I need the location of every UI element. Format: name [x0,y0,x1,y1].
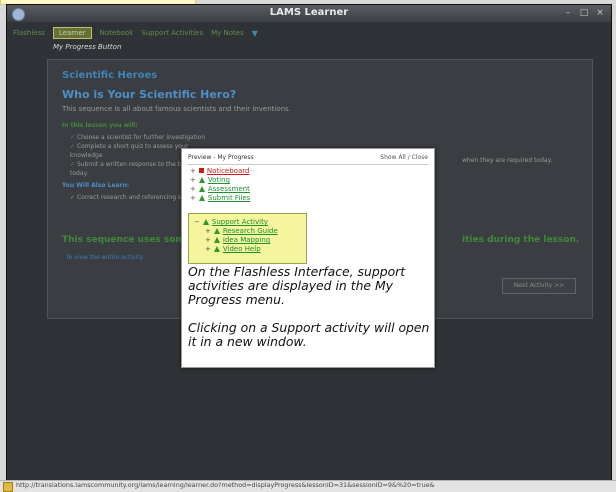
tree-item-assessment[interactable]: + Assessment [190,185,250,194]
status-bar: http://translations.lamscommunity.org/la… [0,480,616,492]
title-bar: LAMS Learner – □ × [7,5,611,22]
popup-title: Preview - My Progress [188,154,254,161]
lesson-title: Scientific Heroes [62,70,158,81]
tree-item-noticeboard[interactable]: + Noticeboard [190,167,250,176]
support-child-label[interactable]: Research Guide [223,227,278,235]
lesson-heading: Who is Your Scientific Hero? [62,88,237,101]
my-progress-caption: My Progress Button [53,43,122,51]
nav-flashless[interactable]: Flashless [13,29,45,37]
learn-heading: You Will Also Learn: [62,182,130,189]
tree-item-label[interactable]: Assessment [208,185,250,193]
minimize-icon[interactable]: – [563,9,573,18]
view-activity-link[interactable]: To view the entire activity [66,254,143,261]
activity-icon [198,195,205,201]
support-child-item[interactable]: + Idea Mapping [194,236,278,245]
expand-icon[interactable]: + [205,227,211,235]
nav-notebook[interactable]: Notebook [100,29,134,37]
expand-icon[interactable]: + [190,194,196,202]
activity-icon [198,177,205,183]
activity-icon [213,237,220,243]
sequence-text-left: This sequence uses some [62,235,191,245]
close-icon[interactable]: × [595,9,605,18]
activity-icon [202,219,209,225]
support-child-item[interactable]: + Video Help [194,245,278,254]
expand-icon[interactable]: + [205,245,211,253]
explanation-text-1: On the Flashless Interface, support acti… [188,264,406,307]
learn-bullet: Correct research and referencing skills [70,194,193,201]
lesson-bullets-more: today. [70,170,89,177]
popup-header: Preview - My Progress Show All / Close [188,154,428,165]
lesson-right-text: when they are required today. [462,157,553,164]
sequence-text-right: ities during the lesson. [462,235,580,245]
support-activity-highlight: − Support Activity + Research Guide + Idea … [188,213,307,264]
lams-window: LAMS Learner – □ × Flashless Learner Not… [6,4,612,486]
support-tree: − Support Activity + Research Guide + Idea … [194,218,278,254]
lesson-bullet: Choose a scientist for further investiga… [70,133,210,142]
down-arrow-icon[interactable]: ▼ [252,29,258,38]
tree-item-label[interactable]: Voting [208,176,230,184]
tree-item-label[interactable]: Support Activity [212,218,268,226]
maximize-icon[interactable]: □ [579,9,589,18]
progress-popup: Preview - My Progress Show All / Close +… [181,148,435,368]
tree-item-support-activity[interactable]: − Support Activity [194,218,278,227]
activity-icon [213,246,220,252]
support-child-label[interactable]: Idea Mapping [223,236,270,244]
collapse-icon[interactable]: − [194,218,200,226]
support-child-item[interactable]: + Research Guide [194,227,278,236]
next-activity-button[interactable]: Next Activity >> [502,278,576,294]
lesson-subheading: In this lesson you will: [62,122,138,129]
window-buttons: – □ × [563,9,605,18]
current-activity-icon [198,168,204,173]
explanation-text-2: Clicking on a Support activity will open… [188,320,430,349]
nav-my-progress-button[interactable]: Learner [52,27,92,39]
popup-header-links[interactable]: Show All / Close [380,154,428,161]
nav-support-activities[interactable]: Support Activities [141,29,203,37]
window-title: LAMS Learner [269,7,349,18]
activity-icon [198,186,205,192]
tree-item-label[interactable]: Noticeboard [207,167,250,175]
support-child-label[interactable]: Video Help [223,245,261,253]
expand-icon[interactable]: + [190,185,196,193]
popup-explanation: On the Flashless Interface, support acti… [188,265,430,349]
nav-my-notes[interactable]: My Notes [211,29,244,37]
expand-icon[interactable]: + [190,176,196,184]
nav-bar: Flashless Learner Notebook Support Activ… [7,24,611,42]
expand-icon[interactable]: + [205,236,211,244]
tree-item-voting[interactable]: + Voting [190,176,250,185]
lesson-description: This sequence is all about famous scient… [62,105,291,113]
status-url: http://translations.lamscommunity.org/la… [16,481,435,489]
tree-item-submit-files[interactable]: + Submit Files [190,194,250,203]
progress-tree: + Noticeboard + Voting + Assessment + Submit… [190,167,250,203]
tree-item-label[interactable]: Submit Files [208,194,250,202]
activity-icon [213,228,220,234]
expand-icon[interactable]: + [190,167,196,175]
